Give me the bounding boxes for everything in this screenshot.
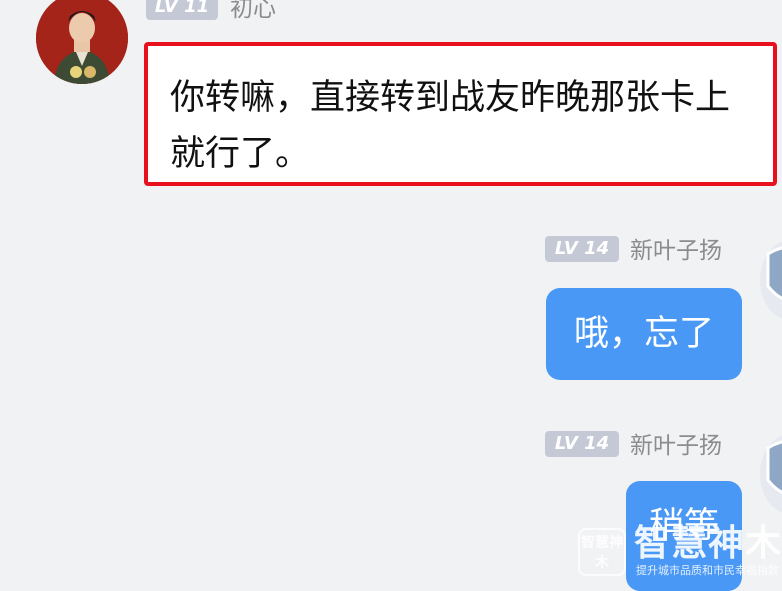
- message-text: 你转嘛，直接转到战友昨晚那张卡上就行了。: [170, 78, 731, 174]
- message-bubble-highlighted[interactable]: 你转嘛，直接转到战友昨晚那张卡上就行了。: [144, 42, 777, 186]
- message-text: 哦，忘了: [573, 314, 714, 354]
- soldier-avatar-icon: [36, 0, 128, 84]
- shield-avatar-icon: [766, 246, 782, 300]
- level-badge: LV 14: [545, 431, 619, 457]
- shield-avatar-icon: [766, 440, 782, 494]
- sender-name: 新叶子扬: [630, 433, 722, 459]
- level-badge: LV 14: [545, 236, 619, 262]
- message-bubble[interactable]: 哦，忘了: [546, 288, 742, 380]
- watermark-logo: 智慧神木: [578, 528, 626, 576]
- avatar[interactable]: [760, 240, 782, 320]
- sender-name: 新叶子扬: [630, 238, 722, 264]
- sender-name: 初心: [230, 0, 276, 22]
- watermark-subtitle: 提升城市品质和市民幸福指数: [636, 564, 779, 577]
- watermark-title: 智慧神木: [634, 523, 782, 564]
- avatar[interactable]: [36, 0, 128, 84]
- level-badge: LV 11: [146, 0, 218, 20]
- avatar[interactable]: [760, 434, 782, 514]
